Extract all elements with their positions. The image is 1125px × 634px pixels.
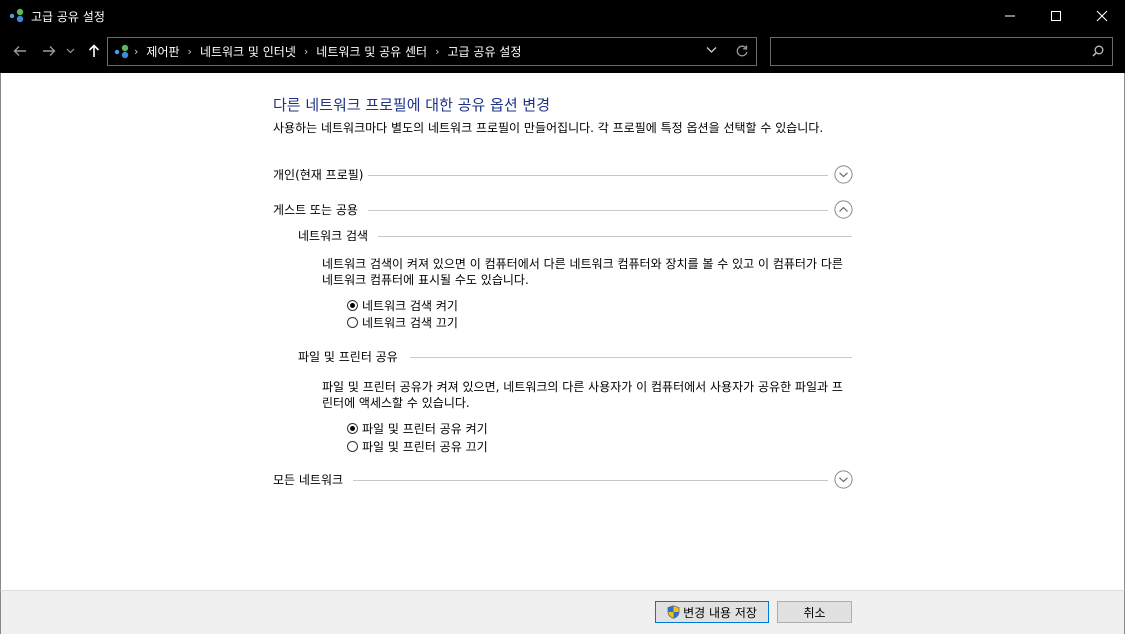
section-divider xyxy=(368,175,828,176)
window-title: 고급 공유 설정 xyxy=(31,10,105,24)
radio-selected-icon[interactable] xyxy=(347,299,358,311)
page-description: 사용하는 네트워크마다 별도의 네트워크 프로필이 만들어집니다. 각 프로필에… xyxy=(273,121,824,135)
expand-chevron-icon[interactable] xyxy=(834,165,853,184)
breadcrumb-advanced-sharing[interactable]: 고급 공유 설정 xyxy=(448,43,522,60)
file-printer-sharing-heading: 파일 및 프린터 공유 xyxy=(298,348,404,365)
collapse-chevron-icon[interactable] xyxy=(834,200,853,219)
search-icon[interactable] xyxy=(1092,45,1104,57)
page-title: 다른 네트워크 프로필에 대한 공유 옵션 변경 xyxy=(273,96,551,114)
back-button[interactable] xyxy=(10,41,30,61)
breadcrumb-control-panel[interactable]: 제어판 xyxy=(146,43,179,60)
section-divider xyxy=(410,357,852,358)
profile-private[interactable]: 개인(현재 프로필) xyxy=(273,165,853,186)
forward-arrow-icon xyxy=(43,46,56,56)
profile-guest-public[interactable]: 게스트 또는 공용 xyxy=(273,200,853,221)
radio-label[interactable]: 네트워크 검색 켜기 xyxy=(362,297,458,314)
minimize-icon xyxy=(1005,15,1015,16)
breadcrumb-separator-icon[interactable]: › xyxy=(304,45,308,58)
title-bar: 고급 공유 설정 xyxy=(0,0,1125,31)
save-changes-label[interactable]: 변경 내용 저장 xyxy=(683,604,757,621)
chevron-down-icon xyxy=(66,48,74,54)
breadcrumb-separator-icon[interactable]: › xyxy=(188,45,192,58)
file-printer-sharing-description: 파일 및 프린터 공유가 켜져 있으면, 네트워크의 다른 사용자가 이 컴퓨터… xyxy=(322,380,843,410)
profile-all-networks-label[interactable]: 모든 네트워크 xyxy=(273,471,349,488)
address-bar[interactable]: › 제어판 › 네트워크 및 인터넷 › 네트워크 및 공유 센터 › 고급 공… xyxy=(107,37,757,66)
network-discovery-section: 네트워크 검색 xyxy=(298,227,852,247)
control-panel-icon xyxy=(114,44,129,59)
close-button[interactable] xyxy=(1079,0,1125,31)
cancel-label[interactable]: 취소 xyxy=(803,604,825,621)
search-input[interactable] xyxy=(777,42,1081,62)
back-arrow-icon xyxy=(13,46,26,56)
radio-unselected-icon[interactable] xyxy=(347,440,358,452)
file-printer-sharing-on-radio[interactable]: 파일 및 프린터 공유 켜기 xyxy=(347,420,488,436)
profile-all-networks[interactable]: 모든 네트워크 xyxy=(273,470,853,491)
minimize-button[interactable] xyxy=(987,0,1033,31)
breadcrumb-separator-icon[interactable]: › xyxy=(134,45,138,58)
profile-guest-public-label[interactable]: 게스트 또는 공용 xyxy=(273,201,363,218)
refresh-icon[interactable] xyxy=(735,44,749,58)
navigation-bar: › 제어판 › 네트워크 및 인터넷 › 네트워크 및 공유 센터 › 고급 공… xyxy=(0,31,1125,73)
profile-private-label[interactable]: 개인(현재 프로필) xyxy=(273,166,369,183)
footer-bar: 변경 내용 저장 취소 xyxy=(0,590,1125,634)
maximize-button[interactable] xyxy=(1033,0,1079,31)
radio-selected-icon[interactable] xyxy=(347,422,358,434)
up-button[interactable] xyxy=(84,41,104,61)
expand-chevron-icon[interactable] xyxy=(834,470,853,489)
close-icon xyxy=(1096,10,1108,21)
network-discovery-on-radio[interactable]: 네트워크 검색 켜기 xyxy=(347,297,458,313)
breadcrumb: › 제어판 › 네트워크 및 인터넷 › 네트워크 및 공유 센터 › 고급 공… xyxy=(132,38,521,65)
search-box[interactable] xyxy=(770,37,1113,66)
address-dropdown-icon[interactable] xyxy=(706,46,717,54)
save-changes-button[interactable]: 변경 내용 저장 xyxy=(655,601,769,623)
network-sharing-icon xyxy=(9,8,24,23)
radio-unselected-icon[interactable] xyxy=(347,316,358,328)
network-discovery-description: 네트워크 검색이 켜져 있으면 이 컴퓨터에서 다른 네트워크 컴퓨터와 장치를… xyxy=(322,257,843,287)
recent-locations-button[interactable] xyxy=(64,41,76,61)
forward-button[interactable] xyxy=(39,41,59,61)
breadcrumb-network-internet[interactable]: 네트워크 및 인터넷 xyxy=(200,43,296,60)
network-discovery-heading: 네트워크 검색 xyxy=(298,227,375,244)
breadcrumb-network-sharing-center[interactable]: 네트워크 및 공유 센터 xyxy=(316,43,427,60)
radio-label[interactable]: 파일 및 프린터 공유 켜기 xyxy=(362,420,488,437)
cancel-button[interactable]: 취소 xyxy=(777,601,852,623)
radio-label[interactable]: 파일 및 프린터 공유 끄기 xyxy=(362,438,488,455)
file-printer-sharing-section: 파일 및 프린터 공유 xyxy=(298,348,852,368)
breadcrumb-separator-icon[interactable]: › xyxy=(435,45,439,58)
section-divider xyxy=(368,210,828,211)
network-discovery-off-radio[interactable]: 네트워크 검색 끄기 xyxy=(347,314,458,330)
section-divider xyxy=(378,236,852,237)
uac-shield-icon xyxy=(667,605,680,619)
section-divider xyxy=(353,480,828,481)
radio-label[interactable]: 네트워크 검색 끄기 xyxy=(362,314,458,331)
maximize-icon xyxy=(1051,10,1061,21)
content-pane xyxy=(0,73,1125,590)
file-printer-sharing-off-radio[interactable]: 파일 및 프린터 공유 끄기 xyxy=(347,438,488,454)
up-arrow-icon xyxy=(88,44,100,57)
